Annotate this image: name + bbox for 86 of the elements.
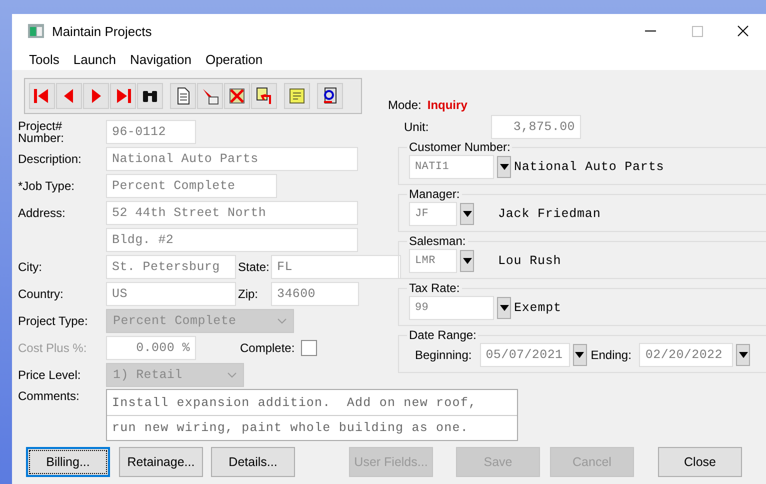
caret-icon <box>500 164 508 170</box>
caret-icon <box>462 211 472 217</box>
document-button[interactable] <box>170 83 196 109</box>
code-field[interactable]: NATI1 <box>409 155 494 179</box>
dialog-button[interactable]: Retainage... <box>119 447 203 477</box>
name-text: Lou Rush <box>498 254 562 268</box>
caret-icon <box>575 352 584 358</box>
text-field[interactable]: US <box>106 282 236 306</box>
field-label: Unit: <box>404 120 430 134</box>
close-icon <box>737 25 749 37</box>
checkbox-label: Complete: <box>240 340 295 354</box>
binoculars-button[interactable] <box>137 83 163 109</box>
dropdown-button[interactable] <box>497 156 511 178</box>
field-label: Project# Number: <box>18 120 66 144</box>
dropdown-button[interactable] <box>572 344 587 366</box>
menu-item[interactable]: Tools <box>22 52 66 66</box>
caret-icon <box>462 258 472 264</box>
next-record-button[interactable] <box>83 83 109 109</box>
group-label: Customer Number: <box>408 140 512 154</box>
dialog-button[interactable]: Billing... <box>26 447 110 477</box>
date-field[interactable]: 02/20/2022 <box>639 343 734 367</box>
name-text: Jack Friedman <box>498 207 601 221</box>
date-field[interactable]: 05/07/2021 <box>480 343 570 367</box>
caret-icon <box>738 352 748 358</box>
report-button[interactable] <box>317 83 343 109</box>
menu-item[interactable]: Navigation <box>123 52 198 66</box>
chevron-down-icon <box>227 372 237 378</box>
name-text: National Auto Parts <box>514 160 664 174</box>
pen-button[interactable] <box>197 83 223 109</box>
dialog-button[interactable]: Close <box>658 447 742 477</box>
caret-icon <box>500 305 508 311</box>
group-label: Tax Rate: <box>408 281 461 295</box>
menu-item[interactable]: Operation <box>198 52 270 66</box>
field-label: Country: <box>18 286 64 300</box>
dropdown-button[interactable] <box>460 250 474 272</box>
menu-item[interactable]: Launch <box>66 52 124 66</box>
mode-value: Inquiry <box>427 98 468 112</box>
maximize-icon <box>692 26 702 36</box>
last-record-button[interactable] <box>110 83 136 109</box>
app-icon <box>28 24 44 38</box>
text-field[interactable]: 34600 <box>271 282 359 306</box>
text-field[interactable]: National Auto Parts <box>106 146 358 170</box>
text-field[interactable]: FL <box>271 254 401 278</box>
dropdown-button[interactable] <box>497 297 511 319</box>
group-label: Salesman: <box>408 234 467 248</box>
copy-icon <box>254 86 274 106</box>
text-field[interactable]: St. Petersburg <box>106 254 236 278</box>
notepad-icon <box>287 86 307 106</box>
field-label: Beginning: <box>415 348 472 362</box>
field-label: Comments: <box>18 389 80 405</box>
text-field[interactable]: Bldg. #2 <box>106 228 358 252</box>
field-label: Ending: <box>590 348 632 362</box>
copy-button[interactable] <box>251 83 277 109</box>
unit-field[interactable]: 3,875.00 <box>491 115 581 139</box>
field-label: Zip: <box>237 286 260 300</box>
text-field[interactable]: Percent Complete <box>106 174 277 198</box>
first-record-button[interactable] <box>29 83 55 109</box>
minimize-icon <box>645 30 657 32</box>
dropdown-button[interactable] <box>460 203 474 225</box>
field-label: Project Type: <box>18 314 89 328</box>
chevron-down-icon <box>277 318 287 324</box>
field-label: Description: <box>18 152 82 166</box>
notepad-button[interactable] <box>284 83 310 109</box>
group-label: Manager: <box>408 187 461 201</box>
field-label: City: <box>18 260 43 274</box>
field-label: *Job Type: <box>18 178 76 192</box>
field-label: Price Level: <box>18 368 82 382</box>
dropdown-button[interactable] <box>736 344 750 366</box>
field-label: State: <box>237 260 270 274</box>
delete-cross-button[interactable] <box>224 83 250 109</box>
group-label: Date Range: <box>408 328 478 342</box>
dialog-button[interactable]: Details... <box>211 447 295 477</box>
pen-icon <box>200 86 220 106</box>
previous-record-button[interactable] <box>56 83 82 109</box>
code-field[interactable]: 99 <box>409 296 494 320</box>
field-label: Address: <box>18 206 66 220</box>
delete-cross-icon <box>227 86 247 106</box>
name-text: Exempt <box>514 301 562 315</box>
code-field[interactable]: JF <box>409 202 457 226</box>
window-title: Maintain Projects <box>52 24 153 38</box>
text-field[interactable]: 96-0112 <box>106 120 196 144</box>
mode-label: Mode: <box>388 98 422 112</box>
text-field[interactable]: 52 44th Street North <box>106 200 358 224</box>
code-field[interactable]: LMR <box>409 249 457 273</box>
field-label: Cost Plus %: <box>18 340 88 354</box>
comments-field[interactable]: Install expansion addition. Add on new roof, run new wiring, paint whole building as one. <box>106 389 518 441</box>
